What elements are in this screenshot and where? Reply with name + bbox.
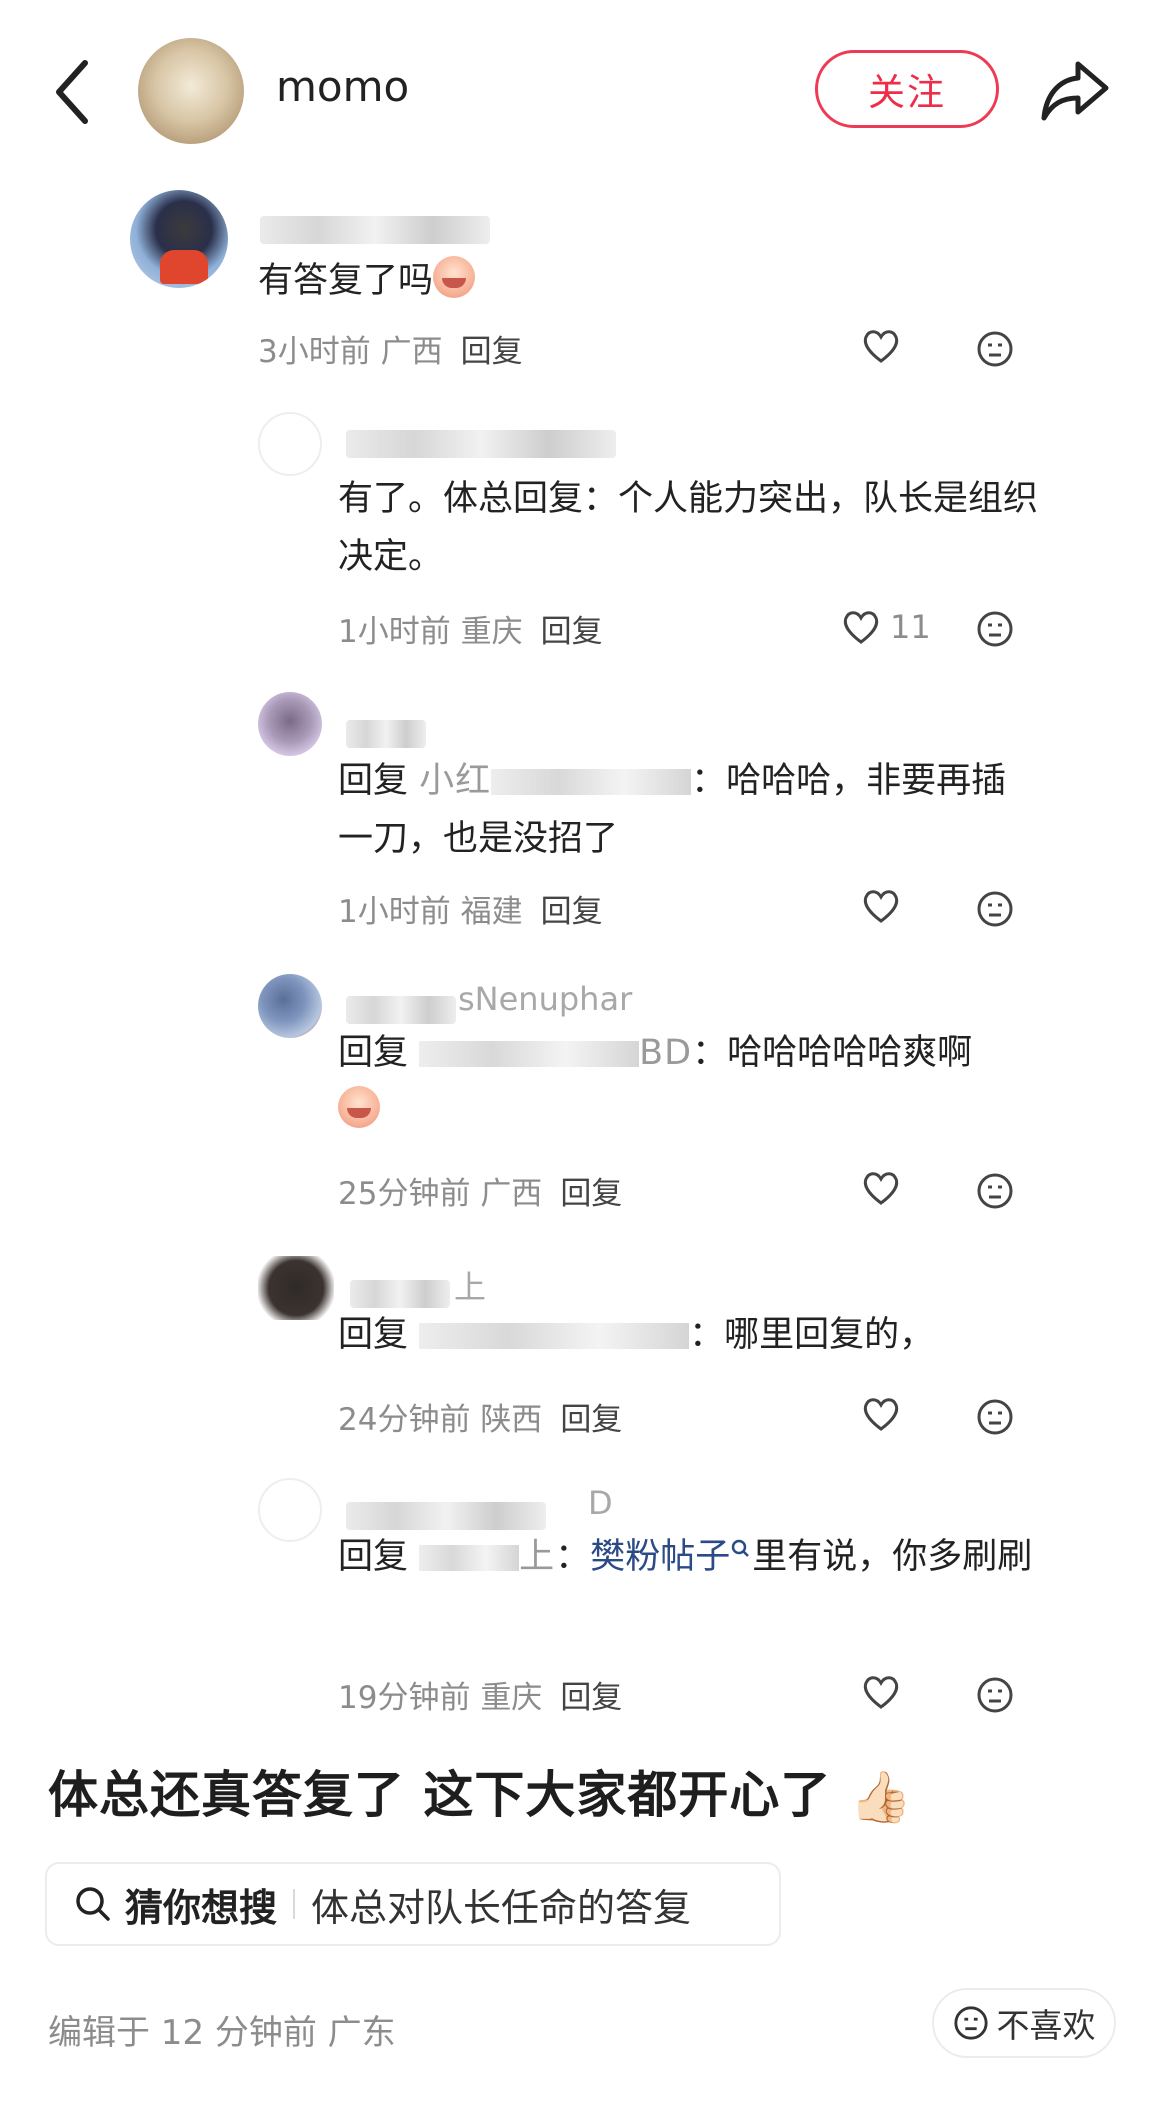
comment-meta: 1小时前 重庆 回复 <box>338 614 603 650</box>
comment-meta: 1小时前 福建 回复 <box>338 894 603 930</box>
heart-icon <box>863 1172 899 1205</box>
comment-text: 回复 ：哪里回复的， <box>338 1315 935 1355</box>
reply-button[interactable]: 回复 <box>541 614 603 650</box>
reply-button[interactable]: 回复 <box>560 1402 622 1438</box>
like-button[interactable]: 11 <box>842 608 931 646</box>
dislike-emoji-icon[interactable] <box>976 610 1014 648</box>
reply-button[interactable]: 回复 <box>461 334 523 370</box>
heart-icon <box>863 1676 899 1709</box>
divider <box>293 1889 296 1919</box>
username-masked <box>346 996 456 1024</box>
like-button[interactable] <box>862 1396 900 1432</box>
reply-button[interactable]: 回复 <box>560 1680 622 1716</box>
search-small-icon <box>731 1539 750 1557</box>
not-like-button[interactable]: 不喜欢 <box>932 1988 1116 2058</box>
like-button[interactable] <box>862 328 900 364</box>
commenter-avatar[interactable] <box>258 412 322 476</box>
reply-button[interactable]: 回复 <box>560 1176 622 1212</box>
share-icon[interactable] <box>1038 52 1114 128</box>
author-name[interactable]: momo <box>276 62 409 111</box>
username-masked <box>346 430 616 458</box>
username-masked <box>260 216 490 244</box>
commenter-avatar[interactable] <box>258 974 322 1038</box>
heart-icon <box>863 330 899 363</box>
comment-meta: 24分钟前 陕西 回复 <box>338 1402 623 1438</box>
reply-button[interactable]: 回复 <box>541 894 603 930</box>
comment-text: 回复 BD：哈哈哈哈哈爽啊 <box>338 1024 1038 1140</box>
like-count: 11 <box>890 608 931 646</box>
laughing-emoji-icon <box>338 1086 380 1128</box>
like-button[interactable] <box>862 1674 900 1710</box>
reply-target-username[interactable]: 上 <box>519 1537 555 1577</box>
comment-text: 回复 小红 ：哈哈哈，非要再插一刀，也是没招了 <box>338 761 1007 859</box>
username-masked <box>346 720 426 748</box>
heart-icon <box>843 611 879 644</box>
not-like-label: 不喜欢 <box>996 2006 1096 2045</box>
username-visible-part: D <box>588 1484 613 1522</box>
commenter-avatar[interactable] <box>258 1478 322 1542</box>
like-button[interactable] <box>862 1170 900 1206</box>
reply-target-username[interactable]: 小红 <box>419 761 491 801</box>
comment-meta: 25分钟前 广西 回复 <box>338 1176 623 1212</box>
dislike-emoji-icon[interactable] <box>976 1398 1014 1436</box>
search-suggestion-chip[interactable]: 猜你想搜 体总对队长任命的答复 <box>45 1862 781 1946</box>
comment-text: 有了。体总回复：个人能力突出，队长是组织决定。 <box>338 479 1039 577</box>
back-arrow-icon[interactable] <box>45 55 105 130</box>
comment-text: 有答复了吗 <box>258 252 476 310</box>
suggestion-query: 体总对队长任命的答复 <box>311 1885 692 1930</box>
username-visible-part: 上 <box>454 1268 487 1306</box>
topic-link[interactable]: 樊粉帖子 <box>590 1537 730 1577</box>
author-avatar[interactable] <box>138 38 244 144</box>
dislike-emoji-icon[interactable] <box>976 1676 1014 1714</box>
dislike-emoji-icon[interactable] <box>976 330 1014 368</box>
heart-icon <box>863 890 899 923</box>
thumbs-up-emoji-icon: 👍🏻 <box>849 1768 914 1826</box>
username-masked <box>346 1502 546 1530</box>
top-bar: momo 关注 <box>0 0 1170 180</box>
dislike-emoji-icon[interactable] <box>976 1172 1014 1210</box>
comment-meta: 3小时前 广西 回复 <box>258 334 523 370</box>
comment-meta: 19分钟前 重庆 回复 <box>338 1680 623 1716</box>
suggestion-label: 猜你想搜 <box>125 1885 278 1930</box>
comment-text: 回复 上：樊粉帖子 里有说，你多刷刷 <box>338 1537 1033 1577</box>
dislike-emoji-icon[interactable] <box>976 890 1014 928</box>
crying-emoji-icon <box>433 256 476 298</box>
dislike-face-icon <box>953 2006 988 2040</box>
username-visible-part: sNenuphar <box>458 980 633 1018</box>
edited-info: 编辑于 12 分钟前 广东 <box>48 2013 396 2053</box>
post-caption: 体总还真答复了 这下大家都开心了 👍🏻 <box>48 1766 914 1826</box>
username-masked <box>350 1280 450 1308</box>
follow-button[interactable]: 关注 <box>815 50 999 128</box>
search-icon <box>76 1887 110 1921</box>
reply-target-username[interactable]: BD <box>639 1033 692 1073</box>
like-button[interactable] <box>862 888 900 924</box>
commenter-avatar[interactable] <box>258 692 322 756</box>
heart-icon <box>863 1398 899 1431</box>
commenter-avatar[interactable] <box>130 190 228 288</box>
commenter-avatar[interactable] <box>258 1256 334 1320</box>
